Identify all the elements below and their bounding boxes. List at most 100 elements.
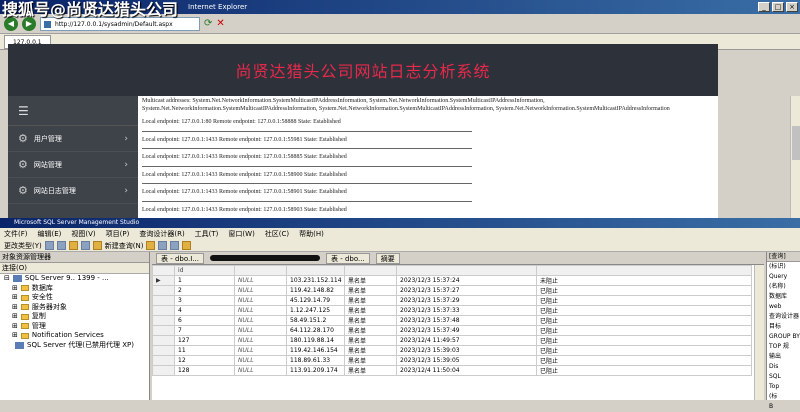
col-id[interactable]: id	[174, 265, 235, 276]
cell-c1[interactable]: NULL	[234, 355, 287, 366]
cell-type[interactable]: 黑名单	[344, 355, 397, 366]
tab-summary[interactable]: 摘要	[375, 252, 400, 264]
cell-id[interactable]: 12	[174, 355, 235, 366]
cell-c1[interactable]: NULL	[234, 305, 287, 316]
table-row[interactable]: 11 NULL 119.42.146.154 黑名单 2023/12/3 15:39:0…	[152, 345, 752, 356]
cell-rn[interactable]	[152, 305, 175, 316]
cell-type[interactable]: 黑名单	[344, 305, 397, 316]
sidebar-item-logs[interactable]: ⚙ 网站日志管理 ›	[8, 178, 138, 204]
menu-query-designer[interactable]: 查询设计器(R)	[139, 228, 184, 240]
cell-time[interactable]: 2023/12/3 15:37:24	[396, 275, 537, 286]
new-query-button[interactable]: 新建查询(N)	[105, 241, 144, 251]
tab-table-2[interactable]: 表 - dbo...	[326, 252, 370, 264]
cell-rn[interactable]	[152, 335, 175, 346]
cell-rn[interactable]	[152, 355, 175, 366]
tree-node[interactable]: ⊞ Notification Services	[4, 331, 149, 341]
maximize-icon[interactable]: □	[772, 2, 784, 12]
new-query-icon[interactable]	[92, 241, 102, 250]
cell-ip[interactable]: 64.112.28.170	[286, 325, 345, 336]
menu-help[interactable]: 帮助(H)	[299, 228, 324, 240]
cell-rn[interactable]: ▶	[152, 275, 175, 286]
sql-pane-icon[interactable]	[68, 241, 78, 250]
cell-c1[interactable]: NULL	[234, 315, 287, 326]
cell-type[interactable]: 黑名单	[344, 315, 397, 326]
cell-id[interactable]: 7	[174, 325, 235, 336]
table-row[interactable]: 127 NULL 180.119.88.14 黑名单 2023/12/4 11:49:5…	[152, 335, 752, 346]
verify-icon[interactable]	[56, 241, 66, 250]
cell-type[interactable]: 黑名单	[344, 325, 397, 336]
cell-ip[interactable]: 103.231.152.114	[286, 275, 345, 286]
cell-id[interactable]: 6	[174, 315, 235, 326]
cell-c1[interactable]: NULL	[234, 345, 287, 356]
cell-status[interactable]: 已阻止	[536, 285, 752, 296]
refresh-icon[interactable]: ⟳	[204, 18, 212, 29]
cell-ip[interactable]: 113.91.209.174	[286, 365, 345, 376]
property-item[interactable]: 输出	[767, 352, 800, 362]
property-item[interactable]: 数据库	[767, 292, 800, 302]
cell-ip[interactable]: 58.49.151.2	[286, 315, 345, 326]
cell-ip[interactable]: 118.89.61.33	[286, 355, 345, 366]
cell-ip[interactable]: 119.42.146.154	[286, 345, 345, 356]
cell-time[interactable]: 2023/12/3 15:39:05	[396, 355, 537, 366]
menu-file[interactable]: 文件(F)	[4, 228, 28, 240]
cell-time[interactable]: 2023/12/4 11:50:04	[396, 365, 537, 376]
table-row[interactable]: 6 NULL 58.49.151.2 黑名单 2023/12/3 15:37:48 已阻止	[152, 315, 752, 326]
cell-id[interactable]: 3	[174, 295, 235, 306]
cell-status[interactable]: 未阻止	[536, 275, 752, 286]
close-icon[interactable]: ×	[786, 2, 798, 12]
cell-rn[interactable]	[152, 325, 175, 336]
cell-time[interactable]: 2023/12/3 15:37:27	[396, 285, 537, 296]
cell-type[interactable]: 黑名单	[344, 345, 397, 356]
save-all-icon[interactable]	[170, 241, 180, 250]
sidebar-item-users[interactable]: ⚙ 用户管理 ›	[8, 126, 138, 152]
tree-node[interactable]: ⊞ 服务器对象	[4, 303, 149, 313]
cell-rn[interactable]	[152, 285, 175, 296]
tree-node[interactable]: ⊞ 数据库	[4, 284, 149, 294]
cell-id[interactable]: 1	[174, 275, 235, 286]
cell-c1[interactable]: NULL	[234, 325, 287, 336]
run-icon[interactable]	[44, 241, 54, 250]
cell-time[interactable]: 2023/12/3 15:39:03	[396, 345, 537, 356]
cell-time[interactable]: 2023/12/3 15:37:49	[396, 325, 537, 336]
property-item[interactable]: TOP 规	[767, 342, 800, 352]
menu-community[interactable]: 社区(C)	[265, 228, 289, 240]
cell-ip[interactable]: 45.129.14.79	[286, 295, 345, 306]
cell-type[interactable]: 黑名单	[344, 285, 397, 296]
cell-id[interactable]: 127	[174, 335, 235, 346]
property-item[interactable]: [查询]	[767, 252, 800, 262]
minimize-icon[interactable]: _	[758, 2, 770, 12]
property-item[interactable]: (名称)	[767, 282, 800, 292]
cell-status[interactable]: 已阻止	[536, 335, 752, 346]
cell-c1[interactable]: NULL	[234, 275, 287, 286]
cell-time[interactable]: 2023/12/3 15:37:29	[396, 295, 537, 306]
property-item[interactable]: Query	[767, 272, 800, 282]
cell-ip[interactable]: 119.42.148.82	[286, 285, 345, 296]
cell-status[interactable]: 已阻止	[536, 305, 752, 316]
cell-rn[interactable]	[152, 295, 175, 306]
table-row[interactable]: 4 NULL 1.12.247.125 黑名单 2023/12/3 15:37:33 已阻…	[152, 305, 752, 316]
save-icon[interactable]	[158, 241, 168, 250]
hamburger-icon[interactable]: ☰	[8, 96, 138, 126]
property-item[interactable]: Top	[767, 382, 800, 392]
property-item[interactable]: GROUP BY	[767, 332, 800, 342]
connect-button[interactable]: 连接(O)	[2, 263, 27, 273]
cell-time[interactable]: 2023/12/3 15:37:33	[396, 305, 537, 316]
menu-project[interactable]: 项目(P)	[106, 228, 130, 240]
cell-status[interactable]: 已阻止	[536, 295, 752, 306]
grid-scrollbar[interactable]	[754, 265, 764, 400]
property-item[interactable]: SQL	[767, 372, 800, 382]
cell-time[interactable]: 2023/12/4 11:49:57	[396, 335, 537, 346]
cell-status[interactable]: 已阻止	[536, 315, 752, 326]
cell-id[interactable]: 4	[174, 305, 235, 316]
tree-node[interactable]: ⊞ 安全性	[4, 293, 149, 303]
cell-status[interactable]: 已阻止	[536, 345, 752, 356]
ie-scrollbar[interactable]	[790, 96, 800, 218]
property-item[interactable]: 查询设计器	[767, 312, 800, 322]
tree-node[interactable]: ⊞ 复制	[4, 312, 149, 322]
cell-id[interactable]: 11	[174, 345, 235, 356]
cell-time[interactable]: 2023/12/3 15:37:48	[396, 315, 537, 326]
table-row[interactable]: 7 NULL 64.112.28.170 黑名单 2023/12/3 15:37:49 已…	[152, 325, 752, 336]
cell-id[interactable]: 2	[174, 285, 235, 296]
tree-node[interactable]: ⊞ 管理	[4, 322, 149, 332]
cell-status[interactable]: 已阻止	[536, 355, 752, 366]
